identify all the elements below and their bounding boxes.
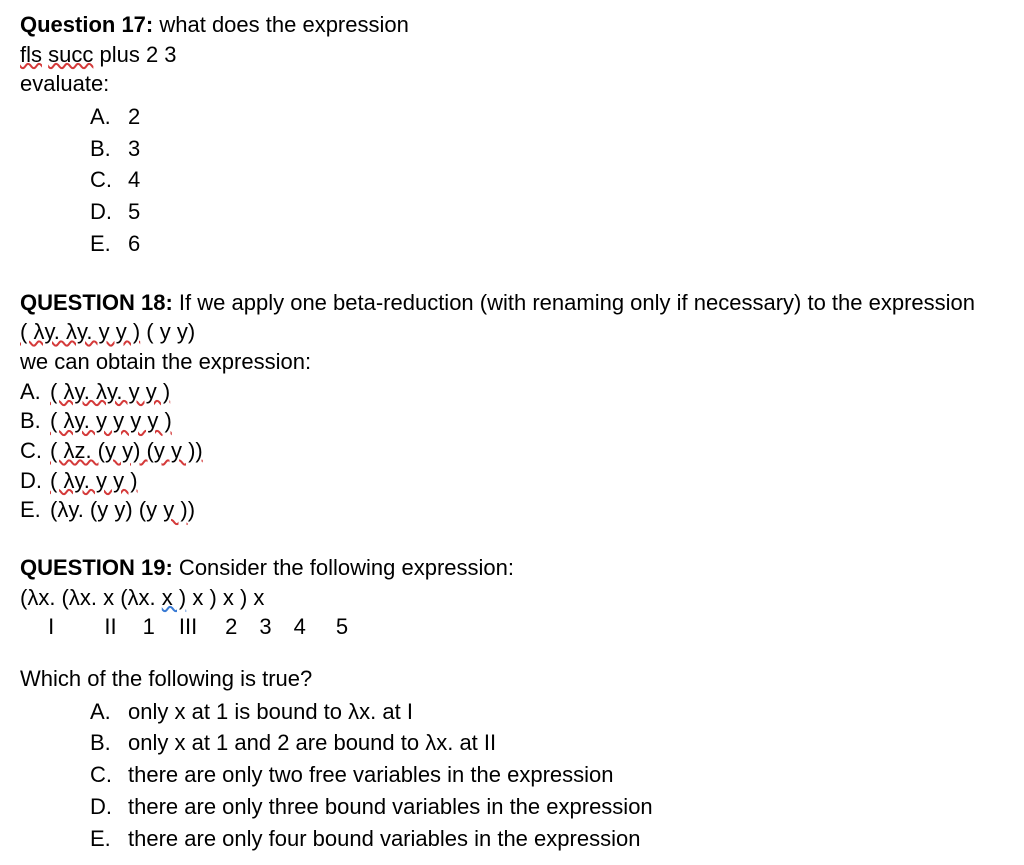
q17-expr-rest: plus 2 3 [93,42,176,67]
q19-label: QUESTION 19: [20,555,173,580]
q17-expression: fls succ plus 2 3 [20,40,1004,70]
q19-expression: (λx. (λx. x (λx. x ) x ) x ) x [20,583,1004,613]
q18-options: A. ( λy. λy. y y ) B. ( λy. y y y y ) C.… [20,377,1004,525]
q18-expr-underlined: ( λy. λy. y y ) [20,319,140,344]
q19-opt-e: E.there are only four bound variables in… [90,823,1004,855]
q17-opt-e: E.6 [90,228,1004,260]
q18-expression: ( λy. λy. y y ) ( y y) [20,317,1004,347]
q17-opt-a: A.2 [90,101,1004,133]
q18-prompt-line1: QUESTION 18: If we apply one beta-reduct… [20,288,1004,318]
q17-prompt-line1: Question 17: what does the expression [20,10,1004,40]
q19-opt-a: A.only x at 1 is bound to λx. at I [90,696,1004,728]
q19-opt-c: C.there are only two free variables in t… [90,759,1004,791]
q19-options: A.only x at 1 is bound to λx. at I B.onl… [20,696,1004,854]
q17-opt-b: B.3 [90,133,1004,165]
q19-opt-d: D.there are only three bound variables i… [90,791,1004,823]
question-17: Question 17: what does the expression fl… [20,10,1004,260]
q19-label-row: I II 1 III 2 3 4 5 [20,612,1004,642]
q18-opt-b: B. ( λy. y y y y ) [20,406,1004,436]
q17-expr-succ: succ [48,42,93,67]
q18-opt-e: E. (λy. (y y) (y y )) [20,495,1004,525]
q18-prompt-tail: If we apply one beta-reduction (with ren… [173,290,975,315]
q19-prompt-line1: QUESTION 19: Consider the following expr… [20,553,1004,583]
q18-opt-c: C. ( λz. (y y) (y y )) [20,436,1004,466]
q18-opt-d: D. ( λy. y y ) [20,466,1004,496]
q18-opt-a: A. ( λy. λy. y y ) [20,377,1004,407]
q18-label: QUESTION 18: [20,290,173,315]
q19-which: Which of the following is true? [20,664,1004,694]
q18-expr-rest: ( y y) [140,319,195,344]
q17-label: Question 17: [20,12,153,37]
q17-expr-fls: fls [20,42,42,67]
q17-evaluate: evaluate: [20,69,1004,99]
q18-line3: we can obtain the expression: [20,347,1004,377]
q19-prompt-tail: Consider the following expression: [173,555,514,580]
q19-opt-b: B.only x at 1 and 2 are bound to λx. at … [90,727,1004,759]
q17-options: A.2 B.3 C.4 D.5 E.6 [20,101,1004,259]
q17-opt-d: D.5 [90,196,1004,228]
q17-opt-c: C.4 [90,164,1004,196]
question-19: QUESTION 19: Consider the following expr… [20,553,1004,854]
question-18: QUESTION 18: If we apply one beta-reduct… [20,288,1004,526]
q17-prompt-tail: what does the expression [153,12,409,37]
